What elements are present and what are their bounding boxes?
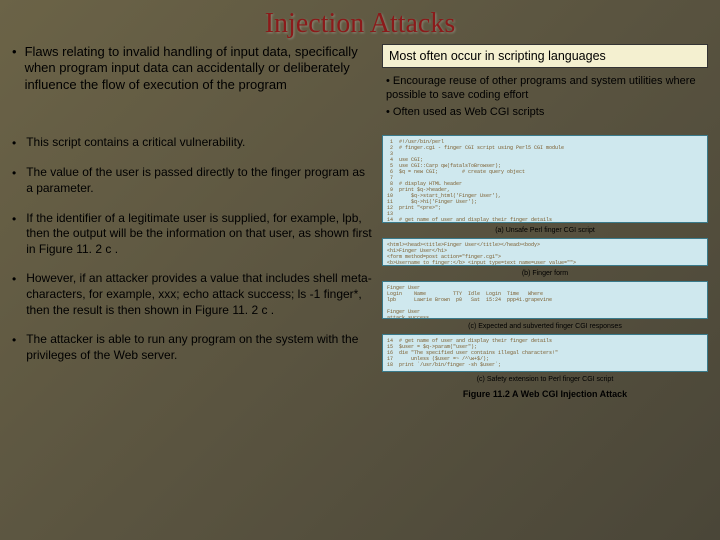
sub-bullets: • Encourage reuse of other programs and …	[382, 72, 708, 123]
figure-column: 1 #!/usr/bin/perl 2 # finger.cgi - finge…	[382, 135, 708, 399]
slide-title: Injection Attacks	[0, 0, 720, 44]
bullet-icon: •	[12, 332, 16, 349]
list-item: • This script contains a critical vulner…	[12, 135, 372, 152]
intro-block: • Flaws relating to invalid handling of …	[12, 44, 372, 123]
bullet-list: • This script contains a critical vulner…	[12, 135, 372, 399]
bullet-text: If the identifier of a legitimate user i…	[26, 211, 372, 258]
bullet-icon: •	[12, 135, 16, 152]
code-box-a: 1 #!/usr/bin/perl 2 # finger.cgi - finge…	[382, 135, 708, 223]
caption-b: (b) Finger form	[382, 270, 708, 277]
bullet-text: The attacker is able to run any program …	[26, 332, 372, 363]
sub-bullet-2: • Often used as Web CGI scripts	[386, 105, 704, 119]
intro-text: Flaws relating to invalid handling of in…	[25, 44, 372, 93]
highlight-box: Most often occur in scripting languages	[382, 44, 708, 68]
code-box-c: Finger User Login Name TTY Idle Login Ti…	[382, 281, 708, 319]
list-item: • If the identifier of a legitimate user…	[12, 211, 372, 258]
code-box-b: <html><head><title>Finger User</title></…	[382, 238, 708, 266]
figure-title: Figure 11.2 A Web CGI Injection Attack	[382, 389, 708, 399]
bullet-icon: •	[12, 211, 16, 228]
list-item: • The attacker is able to run any progra…	[12, 332, 372, 363]
caption-d: (c) Safety extension to Perl finger CGI …	[382, 376, 708, 383]
bottom-row: • This script contains a critical vulner…	[0, 129, 720, 399]
bullet-text: However, if an attacker provides a value…	[26, 271, 372, 318]
code-box-d: 14 # get name of user and display their …	[382, 334, 708, 372]
list-item: • The value of the user is passed direct…	[12, 165, 372, 196]
sub-bullet-1: • Encourage reuse of other programs and …	[386, 74, 704, 103]
list-item: • However, if an attacker provides a val…	[12, 271, 372, 318]
bullet-icon: •	[12, 44, 17, 60]
bullet-text: This script contains a critical vulnerab…	[26, 135, 245, 151]
caption-a: (a) Unsafe Perl finger CGI script	[382, 227, 708, 234]
bullet-icon: •	[12, 165, 16, 182]
bullet-icon: •	[12, 271, 16, 288]
highlight-column: Most often occur in scripting languages …	[382, 44, 708, 123]
top-row: • Flaws relating to invalid handling of …	[0, 44, 720, 123]
bullet-text: The value of the user is passed directly…	[26, 165, 372, 196]
caption-c: (c) Expected and subverted finger CGI re…	[382, 323, 708, 330]
